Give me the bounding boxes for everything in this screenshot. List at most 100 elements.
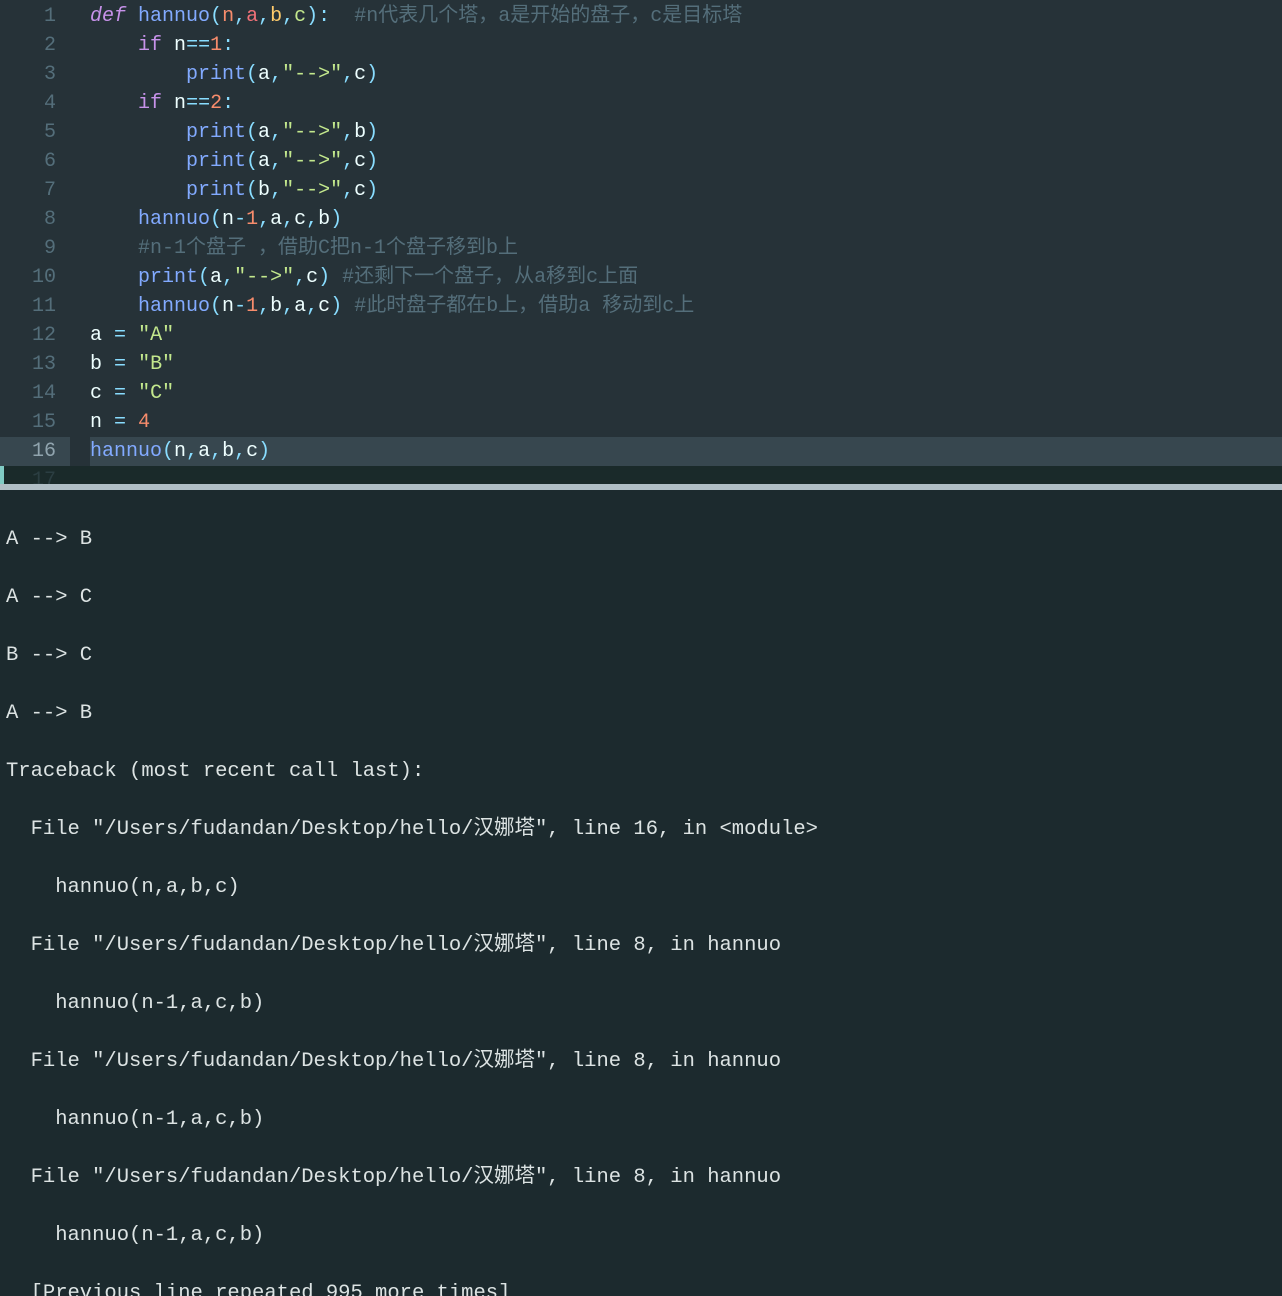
code-line[interactable]: print(a,"-->",b) [90,118,1282,147]
line-number: 3 [0,60,70,89]
function-call: print [186,121,246,144]
line-number: 8 [0,205,70,234]
arg: a [258,63,270,86]
function-call: print [186,63,246,86]
arg: b [270,295,282,318]
function-name: hannuo [138,5,210,28]
string: "A" [138,324,174,347]
function-call: print [138,266,198,289]
code-line[interactable]: c = "C" [90,379,1282,408]
arg: b [318,208,330,231]
code-line[interactable]: print(a,"-->",c) [90,60,1282,89]
arg: b [354,121,366,144]
variable: n [90,411,102,434]
code-line[interactable]: print(a,"-->",c) #还剩下一个盘子，从a移到c上面 [90,263,1282,292]
console-line: B --> C [6,641,1274,670]
operator: = [114,324,126,347]
code-line[interactable]: print(a,"-->",c) [90,147,1282,176]
string: "C" [138,382,174,405]
arg: b [222,440,234,463]
console-line: hannuo(n-1,a,c,b) [6,1105,1274,1134]
colon: : [222,92,234,115]
operator: - [234,208,246,231]
comment: #n代表几个塔，a是开始的盘子，c是目标塔 [354,5,742,28]
line-number: 1 [0,2,70,31]
line-number-gutter: 1 2 3 4 5 6 7 8 9 10 11 12 13 14 15 16 1… [0,0,70,484]
console-line: A --> B [6,699,1274,728]
arg: a [198,440,210,463]
number: 1 [246,208,258,231]
number: 2 [210,92,222,115]
console-line: hannuo(n-1,a,c,b) [6,989,1274,1018]
code-line[interactable]: b = "B" [90,350,1282,379]
variable: c [90,382,102,405]
arg: c [294,208,306,231]
string: "-->" [234,266,294,289]
string: "-->" [282,150,342,173]
code-line[interactable]: #n-1个盘子 ，借助C把n-1个盘子移到b上 [90,234,1282,263]
console-line: Traceback (most recent call last): [6,757,1274,786]
console-line: File "/Users/fudandan/Desktop/hello/汉娜塔"… [6,815,1274,844]
line-number: 9 [0,234,70,263]
keyword-if: if [138,34,162,57]
arg: c [246,440,258,463]
variable: n [174,92,186,115]
operator: == [186,34,210,57]
build-output-panel[interactable]: A --> B A --> C B --> C A --> B Tracebac… [0,490,1282,1296]
param: a [246,5,258,28]
console-line: A --> B [6,525,1274,554]
arg: a [210,266,222,289]
param: b [270,5,282,28]
arg: c [354,150,366,173]
code-area[interactable]: def hannuo(n,a,b,c): #n代表几个塔，a是开始的盘子，c是目… [72,0,1282,466]
code-line[interactable]: hannuo(n-1,b,a,c) #此时盘子都在b上，借助a 移动到c上 [90,292,1282,321]
console-line: File "/Users/fudandan/Desktop/hello/汉娜塔"… [6,931,1274,960]
number: 1 [246,295,258,318]
arg: n [222,208,234,231]
operator: == [186,92,210,115]
line-number: 2 [0,31,70,60]
code-line[interactable]: print(b,"-->",c) [90,176,1282,205]
console-line: File "/Users/fudandan/Desktop/hello/汉娜塔"… [6,1163,1274,1192]
line-number: 12 [0,321,70,350]
arg: c [318,295,330,318]
keyword-def: def [90,5,126,28]
arg: c [354,63,366,86]
comment: #还剩下一个盘子，从a移到c上面 [342,266,638,289]
function-call: hannuo [138,295,210,318]
number: 4 [138,411,150,434]
console-line: hannuo(n-1,a,c,b) [6,1221,1274,1250]
code-line[interactable]: n = 4 [90,408,1282,437]
arg: n [222,295,234,318]
string: "B" [138,353,174,376]
arg: c [306,266,318,289]
console-line: A --> C [6,583,1274,612]
string: "-->" [282,179,342,202]
arg: a [294,295,306,318]
code-line[interactable]: if n==1: [90,31,1282,60]
function-call: hannuo [90,440,162,463]
param: c [294,5,306,28]
arg: a [258,150,270,173]
line-number: 15 [0,408,70,437]
colon: : [222,34,234,57]
string: "-->" [282,121,342,144]
variable: n [174,34,186,57]
keyword-if: if [138,92,162,115]
console-line: hannuo(n,a,b,c) [6,873,1274,902]
arg: n [174,440,186,463]
line-number: 5 [0,118,70,147]
console-line: File "/Users/fudandan/Desktop/hello/汉娜塔"… [6,1047,1274,1076]
code-line-current[interactable]: hannuo(n,a,b,c) [90,437,1282,466]
code-editor[interactable]: 1 2 3 4 5 6 7 8 9 10 11 12 13 14 15 16 1… [0,0,1282,484]
code-line[interactable]: hannuo(n-1,a,c,b) [90,205,1282,234]
line-number: 10 [0,263,70,292]
code-line[interactable]: if n==2: [90,89,1282,118]
code-line[interactable]: a = "A" [90,321,1282,350]
operator: = [114,353,126,376]
variable: b [90,353,102,376]
arg: a [258,121,270,144]
line-number: 6 [0,147,70,176]
code-line[interactable]: def hannuo(n,a,b,c): #n代表几个塔，a是开始的盘子，c是目… [90,2,1282,31]
console-line: [Previous line repeated 995 more times] [6,1279,1274,1296]
